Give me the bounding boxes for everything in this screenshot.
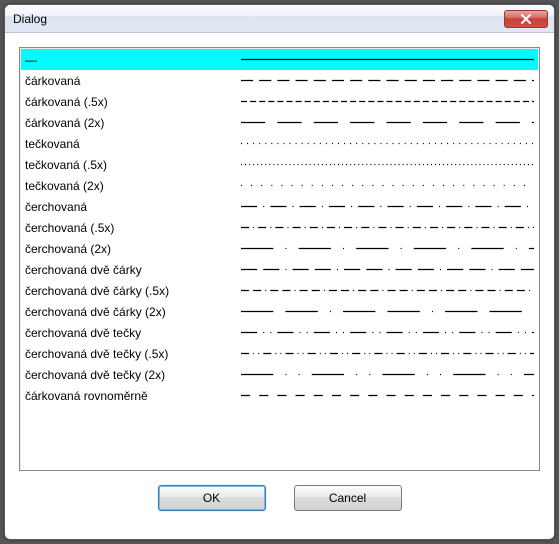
list-item[interactable]: čerchovaná (.5x) [21,217,538,238]
list-item-label: čárkovaná (.5x) [25,95,241,109]
list-item-preview [241,322,534,343]
list-item-label: čerchovaná (2x) [25,242,241,256]
list-item[interactable]: čárkovaná [21,70,538,91]
list-item-label: čárkovaná rovnoměrně [25,389,241,403]
list-item-preview [241,133,534,154]
list-item[interactable]: — [21,49,538,70]
button-bar: OK Cancel [19,471,540,525]
list-item-label: čárkovaná (2x) [25,116,241,130]
list-item-preview [241,154,534,175]
list-item-label: čerchovaná dvě tečky (.5x) [25,347,241,361]
window-title: Dialog [13,12,504,26]
titlebar: Dialog [5,5,554,33]
dialog-window: Dialog — čárkovaná čárkovaná (.5x) čárkovan… [4,4,555,540]
list-item-label: tečkovaná (.5x) [25,158,241,172]
list-item-preview [241,343,534,364]
list-item-label: čerchovaná dvě čárky (2x) [25,305,241,319]
list-item[interactable]: čerchovaná [21,196,538,217]
list-item-preview [241,301,534,322]
list-item-preview [241,49,534,70]
list-item-preview [241,112,534,133]
list-item-label: čerchovaná [25,200,241,214]
dialog-content: — čárkovaná čárkovaná (.5x) čárkovaná (2x) t… [5,33,554,539]
list-item-label: čerchovaná dvě čárky [25,263,241,277]
list-item[interactable]: čerchovaná dvě tečky (2x) [21,364,538,385]
list-item-preview [241,280,534,301]
list-item-preview [241,364,534,385]
list-item-label: — [25,53,241,67]
list-item-label: čerchovaná dvě tečky [25,326,241,340]
list-item[interactable]: čerchovaná dvě tečky [21,322,538,343]
list-item-preview [241,196,534,217]
line-style-listbox[interactable]: — čárkovaná čárkovaná (.5x) čárkovaná (2x) t… [19,47,540,471]
list-item-label: čerchovaná dvě čárky (.5x) [25,284,241,298]
list-item[interactable]: čárkovaná (2x) [21,112,538,133]
list-item-preview [241,91,534,112]
list-item-label: čerchovaná dvě tečky (2x) [25,368,241,382]
list-item-preview [241,70,534,91]
list-item[interactable]: tečkovaná [21,133,538,154]
ok-button[interactable]: OK [158,485,266,511]
cancel-button[interactable]: Cancel [294,485,402,511]
list-item[interactable]: čerchovaná dvě čárky (.5x) [21,280,538,301]
list-item[interactable]: tečkovaná (.5x) [21,154,538,175]
ok-button-label: OK [203,491,220,505]
list-item-label: tečkovaná (2x) [25,179,241,193]
list-item[interactable]: čárkovaná (.5x) [21,91,538,112]
close-icon [520,14,532,24]
list-item-preview [241,238,534,259]
list-item-preview [241,175,534,196]
list-item-label: čerchovaná (.5x) [25,221,241,235]
cancel-button-label: Cancel [329,491,366,505]
close-button[interactable] [504,10,548,28]
list-item-preview [241,385,534,406]
list-item[interactable]: čerchovaná dvě tečky (.5x) [21,343,538,364]
list-item-preview [241,217,534,238]
list-item[interactable]: čerchovaná dvě čárky (2x) [21,301,538,322]
list-item-label: tečkovaná [25,137,241,151]
list-item[interactable]: čárkovaná rovnoměrně [21,385,538,406]
list-item[interactable]: čerchovaná (2x) [21,238,538,259]
list-item-label: čárkovaná [25,74,241,88]
list-item-preview [241,259,534,280]
list-item[interactable]: čerchovaná dvě čárky [21,259,538,280]
list-item[interactable]: tečkovaná (2x) [21,175,538,196]
